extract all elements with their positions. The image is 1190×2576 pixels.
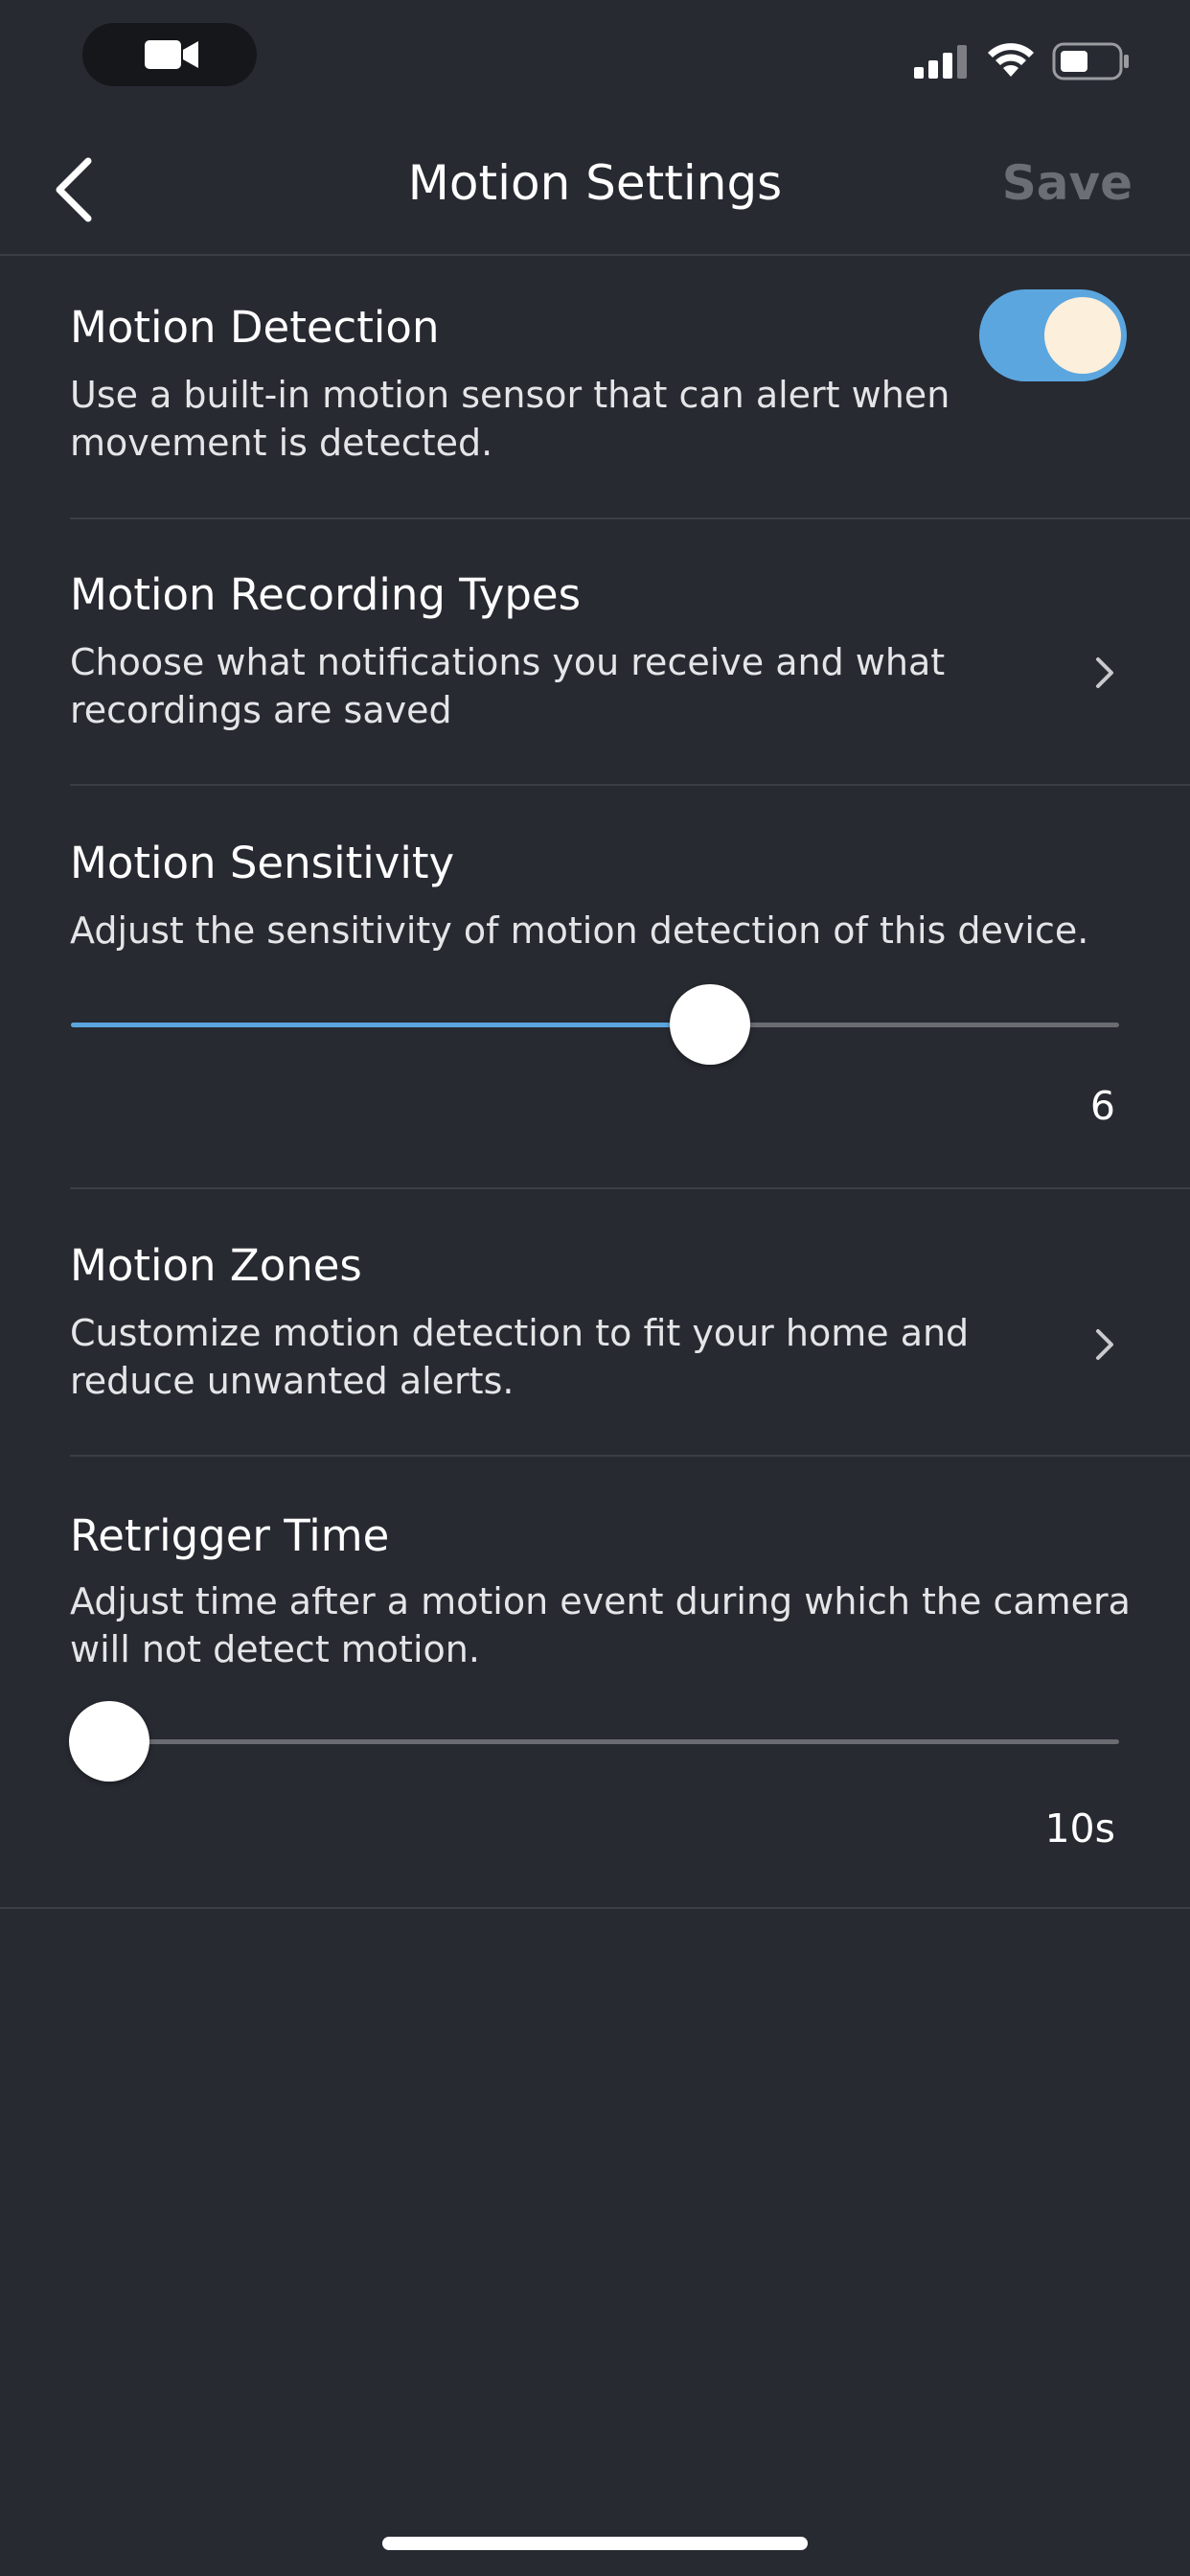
motion-detection-description-line1: Use a built-in motion sensor that can al… (70, 374, 950, 416)
chevron-right-icon (1096, 1329, 1113, 1360)
motion-sensitivity-description: Adjust the sensitivity of motion detecti… (70, 907, 1088, 954)
slider-fill (71, 1023, 711, 1027)
retrigger-time-value: 10s (1044, 1806, 1115, 1852)
motion-zones-row[interactable]: Motion Zones Customize motion detection … (0, 1188, 1190, 1457)
motion-detection-toggle[interactable] (979, 289, 1127, 381)
motion-recording-types-title: Motion Recording Types (70, 569, 582, 620)
retrigger-time-slider[interactable] (69, 1701, 1119, 1782)
motion-zones-title: Motion Zones (70, 1240, 362, 1291)
video-camera-icon (145, 40, 198, 69)
retrigger-time-description: Adjust time after a motion event during … (70, 1577, 1131, 1673)
retrigger-time-row: Retrigger Time Adjust time after a motio… (0, 1457, 1190, 1909)
retrigger-time-title: Retrigger Time (70, 1510, 390, 1561)
motion-zones-description-line2: reduce unwanted alerts. (70, 1360, 515, 1402)
home-indicator (382, 2537, 808, 2550)
motion-recording-types-row[interactable]: Motion Recording Types Choose what notif… (0, 519, 1190, 786)
motion-sensitivity-value: 6 (1089, 1083, 1115, 1129)
motion-zones-description: Customize motion detection to fit your h… (70, 1309, 969, 1405)
motion-recording-types-description-line1: Choose what notifications you receive an… (70, 641, 946, 683)
motion-sensitivity-slider[interactable] (71, 984, 1119, 1065)
signal-icon (914, 45, 967, 79)
status-bar (0, 0, 1190, 115)
slider-thumb[interactable] (670, 984, 751, 1065)
motion-detection-description-line2: movement is detected. (70, 422, 493, 464)
retrigger-time-description-line2: will not detect motion. (70, 1628, 480, 1670)
camera-indicator-pill[interactable] (82, 23, 257, 86)
wifi-icon (988, 43, 1034, 77)
motion-recording-types-description-line2: recordings are saved (70, 689, 452, 731)
toggle-knob (1044, 297, 1121, 374)
retrigger-time-description-line1: Adjust time after a motion event during … (70, 1580, 1131, 1622)
motion-detection-description: Use a built-in motion sensor that can al… (70, 371, 950, 467)
slider-thumb[interactable] (69, 1701, 149, 1782)
battery-icon (1052, 42, 1129, 80)
motion-recording-types-description: Choose what notifications you receive an… (70, 638, 945, 734)
motion-sensitivity-row: Motion Sensitivity Adjust the sensitivit… (0, 786, 1190, 1189)
nav-bar: Motion Settings Save (0, 115, 1190, 256)
motion-sensitivity-description-line1: Adjust the sensitivity of motion detecti… (70, 909, 1089, 952)
divider (0, 1907, 1190, 1909)
motion-detection-title: Motion Detection (70, 302, 440, 353)
save-button[interactable]: Save (1002, 155, 1133, 211)
chevron-right-icon (1096, 657, 1113, 688)
motion-zones-description-line1: Customize motion detection to fit your h… (70, 1312, 970, 1354)
motion-sensitivity-title: Motion Sensitivity (70, 838, 455, 888)
